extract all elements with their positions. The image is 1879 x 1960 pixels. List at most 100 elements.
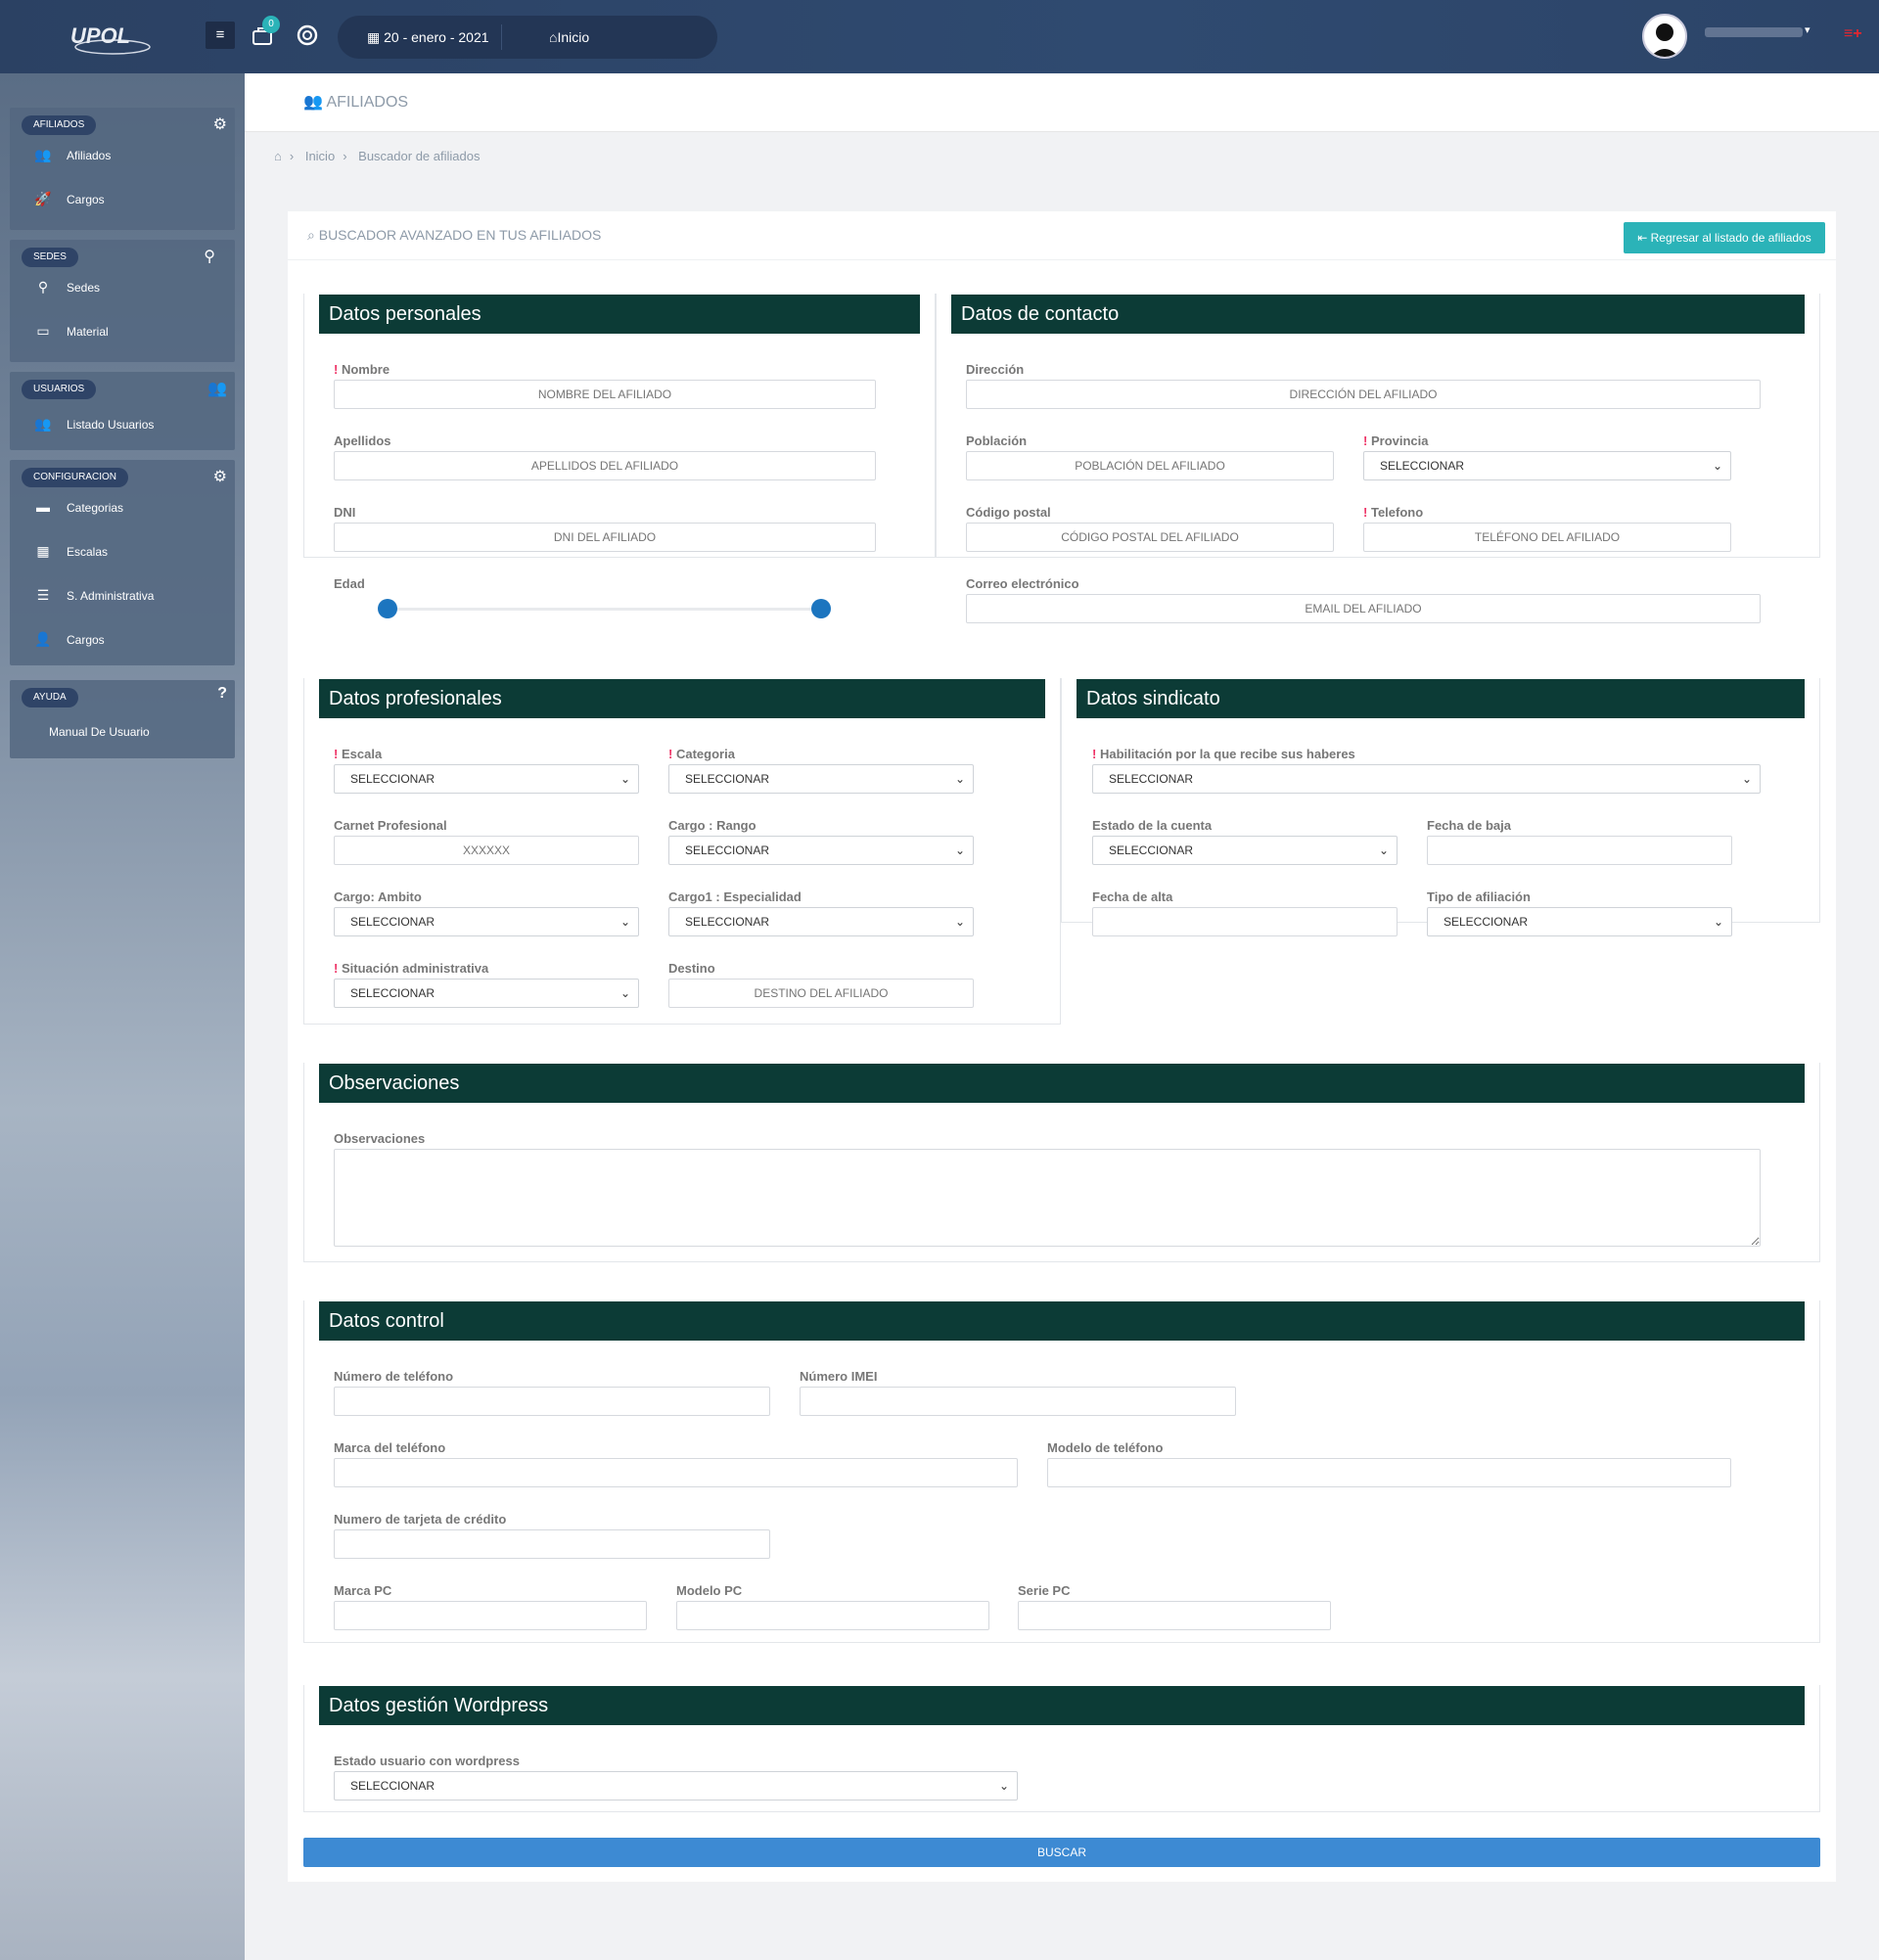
sidebar-item-material[interactable]: ▭ Material (31, 316, 109, 345)
edad-slider-max-handle[interactable] (811, 599, 831, 618)
observaciones-textarea[interactable] (334, 1149, 1761, 1247)
app-logo[interactable]: UPOL (67, 18, 160, 59)
sidebar-item-label: Manual De Usuario (49, 725, 150, 739)
chevron-down-icon[interactable]: ▾ (1805, 23, 1810, 36)
sidebar-item-cargos[interactable]: 🚀 Cargos (31, 184, 104, 213)
correo-label: Correo electrónico (966, 576, 1079, 591)
escala-label-text: Escala (341, 747, 383, 761)
categoria-label: ! Categoria (668, 747, 735, 761)
grid-icon: ▦ (36, 543, 50, 559)
tipo-afiliacion-select[interactable]: SELECCIONAR ⌄ (1427, 907, 1732, 936)
users-icon[interactable]: 👥 (207, 379, 227, 398)
cp-input[interactable] (966, 523, 1334, 552)
edad-slider-min-handle[interactable] (378, 599, 397, 618)
avatar[interactable] (1642, 14, 1687, 59)
apellidos-input[interactable] (334, 451, 876, 480)
search-button[interactable]: BUSCAR (303, 1838, 1820, 1867)
edad-slider-track[interactable] (388, 608, 820, 611)
tipo-afiliacion-label: Tipo de afiliación (1427, 889, 1531, 904)
gear-icon[interactable]: ⚙ (213, 467, 227, 486)
lifebuoy-icon[interactable] (294, 22, 321, 49)
chevron-down-icon: ⌄ (619, 986, 630, 1000)
estado-wordpress-select[interactable]: SELECCIONAR ⌄ (334, 1771, 1018, 1800)
situacion-select[interactable]: SELECCIONAR ⌄ (334, 979, 639, 1008)
marca-pc-input[interactable] (334, 1601, 647, 1630)
edad-label: Edad (334, 576, 365, 591)
user-name-blurred[interactable] (1705, 27, 1803, 37)
correo-input[interactable] (966, 594, 1761, 623)
sidebar-item-sedes[interactable]: ⚲ Sedes (31, 272, 100, 301)
fecha-alta-input[interactable] (1092, 907, 1398, 936)
menu-icon: ≡ (215, 26, 225, 43)
sidebar-item-listado-usuarios[interactable]: 👥 Listado Usuarios (31, 409, 154, 438)
date-home-bar: ▦ 20 - enero - 2021 ⌂Inicio (338, 16, 717, 59)
modelo-telefono-input[interactable] (1047, 1458, 1731, 1487)
current-date: ▦ 20 - enero - 2021 (367, 29, 489, 46)
marca-telefono-input[interactable] (334, 1458, 1018, 1487)
sidebar-item-afiliados[interactable]: 👥 Afiliados (31, 140, 111, 169)
destino-input[interactable] (668, 979, 974, 1008)
sidebar-item-s-administrativa[interactable]: ☰ S. Administrativa (31, 580, 155, 610)
home-link[interactable]: ⌂Inicio (549, 29, 589, 45)
provincia-label: ! Provincia (1363, 433, 1429, 448)
especialidad-select[interactable]: SELECCIONAR ⌄ (668, 907, 974, 936)
sidebar-group-sedes: SEDES ⚲ ⚲ Sedes ▭ Material (10, 240, 235, 362)
estado-cuenta-select[interactable]: SELECCIONAR ⌄ (1092, 836, 1398, 865)
modelo-pc-input[interactable] (676, 1601, 989, 1630)
search-icon: ⌕ (307, 227, 319, 243)
chevron-down-icon: ⌄ (998, 1779, 1009, 1793)
sidebar-item-cargos-config[interactable]: 👤 Cargos (31, 624, 104, 654)
numero-telefono-input[interactable] (334, 1387, 770, 1416)
nombre-input[interactable] (334, 380, 876, 409)
sidebar-item-label: Escalas (67, 545, 109, 559)
sidebar-item-manual[interactable]: Manual De Usuario (49, 717, 150, 747)
divider (501, 24, 502, 50)
menu-toggle-button[interactable]: ≡ (206, 22, 235, 49)
ambito-select[interactable]: SELECCIONAR ⌄ (334, 907, 639, 936)
estado-cuenta-label: Estado de la cuenta (1092, 818, 1213, 833)
users-icon: 👥 (34, 147, 52, 162)
select-value: SELECCIONAR (1109, 843, 1194, 857)
chevron-down-icon: ⌄ (954, 915, 965, 929)
imei-label: Número IMEI (800, 1369, 878, 1384)
back-to-list-button[interactable]: ⇤ Regresar al listado de afiliados (1624, 222, 1825, 253)
dni-input[interactable] (334, 523, 876, 552)
logout-icon[interactable]: ≡+ (1844, 25, 1862, 43)
direccion-input[interactable] (966, 380, 1761, 409)
select-value: SELECCIONAR (350, 986, 435, 1000)
gear-icon[interactable]: ⚙ (213, 114, 227, 134)
breadcrumb: ⌂ › Inicio › Buscador de afiliados (274, 149, 487, 163)
carnet-input[interactable] (334, 836, 639, 865)
serie-pc-label: Serie PC (1018, 1583, 1071, 1598)
sidebar-item-label: Material (67, 325, 109, 339)
select-value: SELECCIONAR (1380, 459, 1465, 473)
situacion-label-text: Situación administrativa (341, 961, 489, 976)
dni-label: DNI (334, 505, 356, 520)
escala-select[interactable]: SELECCIONAR ⌄ (334, 764, 639, 794)
serie-pc-input[interactable] (1018, 1601, 1331, 1630)
rango-select[interactable]: SELECCIONAR ⌄ (668, 836, 974, 865)
required-mark: ! (334, 747, 339, 761)
telefono-input[interactable] (1363, 523, 1731, 552)
map-pin-icon[interactable]: ⚲ (204, 247, 215, 266)
section-title: Datos gestión Wordpress (319, 1686, 1805, 1725)
fecha-baja-input[interactable] (1427, 836, 1732, 865)
logo-text: UPOL (70, 23, 130, 48)
habilitacion-select[interactable]: SELECCIONAR ⌄ (1092, 764, 1761, 794)
provincia-select[interactable]: SELECCIONAR ⌄ (1363, 451, 1731, 480)
sidebar-item-escalas[interactable]: ▦ Escalas (31, 536, 108, 566)
required-mark: ! (1363, 505, 1368, 520)
poblacion-input[interactable] (966, 451, 1334, 480)
imei-input[interactable] (800, 1387, 1236, 1416)
chevron-down-icon: ⌄ (1378, 843, 1389, 857)
question-icon[interactable]: ? (217, 685, 227, 703)
apellidos-label: Apellidos (334, 433, 391, 448)
categoria-select[interactable]: SELECCIONAR ⌄ (668, 764, 974, 794)
select-value: SELECCIONAR (350, 772, 435, 786)
breadcrumb-item[interactable]: Inicio (305, 149, 335, 163)
estado-wordpress-label: Estado usuario con wordpress (334, 1754, 520, 1768)
sidebar-item-categorias[interactable]: ▬ Categorias (31, 492, 123, 522)
tarjeta-input[interactable] (334, 1529, 770, 1559)
habilitacion-label-text: Habilitación por la que recibe sus haber… (1099, 747, 1355, 761)
home-icon[interactable]: ⌂ (274, 149, 282, 163)
